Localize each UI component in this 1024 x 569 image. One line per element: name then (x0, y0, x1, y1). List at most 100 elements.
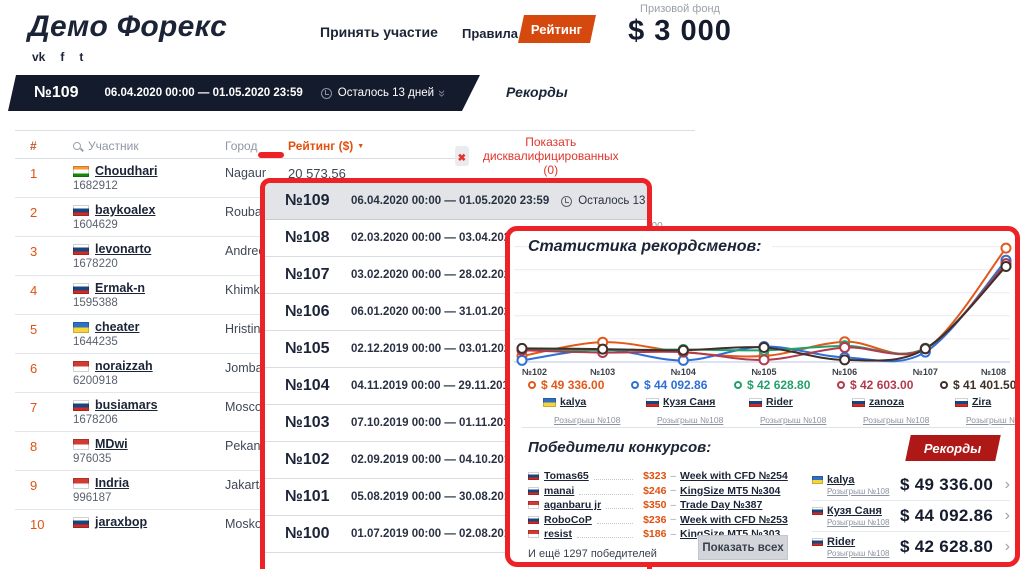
participant-link[interactable]: Ermak-n (95, 281, 145, 295)
series-marker-icon (940, 381, 948, 389)
participant-link[interactable]: baykoalex (95, 203, 155, 217)
twitter-icon[interactable]: t (79, 50, 83, 64)
contest-draw-link[interactable]: Розыгрыш №108 (657, 415, 723, 425)
chevron-right-icon[interactable] (1005, 507, 1010, 525)
contest-draw-link[interactable]: Розыгрыш №108 (827, 487, 900, 496)
nav-rules-link[interactable]: Правила (462, 26, 518, 41)
winner-link[interactable]: manai (544, 485, 574, 497)
prize-fund-amount: $ 3 000 (616, 15, 744, 48)
record-holder-link[interactable]: kalya (827, 474, 855, 486)
contest-link[interactable]: KingSize MT5 №304 (680, 485, 798, 497)
contest-link[interactable]: Week with CFD №254 (680, 470, 798, 482)
contest-number: №109 (34, 84, 79, 102)
prize-fund-label: Призовой фонд (616, 3, 744, 15)
contest-number: №106 (285, 303, 351, 321)
rating-button-label: Рейтинг (531, 22, 582, 37)
record-row[interactable]: Кузя Саня Розыгрыш №108 $ 44 092.86 (812, 500, 1010, 531)
country-flag (73, 478, 89, 489)
participant-id: 1678206 (73, 414, 158, 426)
column-header-rating-sort[interactable]: Рейтинг ($) (288, 139, 364, 153)
participant-link[interactable]: Choudhari (95, 164, 158, 178)
dotted-leader (597, 516, 634, 524)
country-flag (528, 472, 539, 480)
svg-text:№107: №107 (913, 367, 938, 377)
record-amount: $ 42 628.80 (747, 378, 810, 392)
participant-link[interactable]: jaraxbop (95, 515, 147, 529)
contest-number: №105 (285, 340, 351, 358)
contest-row[interactable]: №109 06.04.2020 00:00 — 01.05.2020 23:59… (265, 183, 647, 220)
vk-icon[interactable]: vk (32, 50, 45, 64)
svg-text:№102: №102 (522, 367, 547, 377)
winner-link[interactable]: aganbaru jr (544, 499, 601, 511)
record-holder-link[interactable]: Кузя Саня (663, 396, 715, 408)
winner-row: RoboCoP $236 – Week with CFD №253 (528, 513, 798, 528)
winner-row: manai $246 – KingSize MT5 №304 (528, 484, 798, 499)
chevron-right-icon[interactable] (1005, 538, 1010, 556)
country-flag (852, 398, 865, 407)
rating-button[interactable]: Рейтинг (518, 15, 596, 43)
prize-amount: $236 (638, 514, 666, 526)
participant-link[interactable]: busiamars (95, 398, 158, 412)
dotted-leader (606, 501, 633, 509)
winner-link[interactable]: resist (544, 528, 572, 540)
svg-text:№108: №108 (981, 367, 1006, 377)
participant-link[interactable]: noraizzah (95, 359, 153, 373)
current-contest-bar[interactable]: №109 06.04.2020 00:00 — 01.05.2020 23:59… (8, 75, 480, 111)
svg-text:№104: №104 (671, 367, 696, 377)
country-flag (73, 283, 89, 294)
country-flag (646, 398, 659, 407)
participant-link[interactable]: levonarto (95, 242, 151, 256)
record-holder-link[interactable]: kalya (560, 396, 586, 408)
record-amount: $ 49 336.00 (541, 378, 604, 392)
contest-draw-link[interactable]: Розыгрыш №108 (827, 518, 900, 527)
legend-item: $ 42 603.00 zanoza Розыгрыш №108 (837, 378, 940, 428)
participant-id: 6200918 (73, 375, 153, 387)
record-holder-link[interactable]: Кузя Саня (827, 505, 882, 517)
winner-row: aganbaru jr $350 – Trade Day №387 (528, 498, 798, 513)
contest-number: №109 (285, 192, 351, 210)
dotted-leader (594, 472, 634, 480)
record-holder-link[interactable]: Rider (827, 536, 855, 548)
participant-link[interactable]: MDwi (95, 437, 128, 451)
show-disqualified-toggle[interactable]: Показать дисквалифицированных (0) (455, 135, 622, 177)
participant-search[interactable]: Участник (73, 139, 139, 153)
contest-draw-link[interactable]: Розыгрыш №108 (966, 415, 1020, 425)
participant-link[interactable]: cheater (95, 320, 139, 334)
records-button[interactable]: Рекорды (905, 435, 1001, 461)
chevron-right-icon[interactable] (1005, 476, 1010, 494)
contest-draw-link[interactable]: Розыгрыш №108 (827, 549, 900, 558)
country-flag (73, 205, 89, 216)
rank-number: 2 (30, 205, 37, 220)
chevron-down-icon[interactable] (435, 89, 450, 96)
record-holder-link[interactable]: Rider (766, 396, 793, 408)
country-flag (528, 487, 539, 495)
facebook-icon[interactable]: f (60, 50, 64, 64)
records-chart: №102№103№104№105№106№107№108 (512, 235, 1012, 381)
winners-more-label: И ещё 1297 победителей (528, 548, 657, 560)
show-all-button[interactable]: Показать всех (698, 535, 788, 560)
winner-link[interactable]: Tomas65 (544, 470, 589, 482)
record-holder-link[interactable]: Zira (972, 396, 991, 408)
country-flag (812, 538, 823, 546)
contest-number: №100 (285, 525, 351, 543)
record-row[interactable]: Rider Розыгрыш №108 $ 42 628.80 (812, 531, 1010, 562)
tab-records[interactable]: Рекорды (506, 84, 568, 100)
nav-join-link[interactable]: Принять участие (320, 24, 438, 40)
stats-title: Статистика рекордсменов: (528, 238, 772, 256)
contest-number: №103 (285, 414, 351, 432)
contest-dates: 06.04.2020 00:00 — 01.05.2020 23:59 (351, 195, 549, 207)
participant-id: 1678220 (73, 258, 151, 270)
record-row[interactable]: kalya Розыгрыш №108 $ 49 336.00 (812, 469, 1010, 500)
contest-link[interactable]: Trade Day №387 (680, 499, 798, 511)
country-flag (812, 507, 823, 515)
record-holder-link[interactable]: zanoza (869, 396, 904, 408)
contest-draw-link[interactable]: Розыгрыш №108 (760, 415, 826, 425)
winner-link[interactable]: RoboCoP (544, 514, 592, 526)
country-flag (528, 516, 539, 524)
contest-draw-link[interactable]: Розыгрыш №108 (863, 415, 929, 425)
participant-link[interactable]: Indria (95, 476, 129, 490)
contest-link[interactable]: Week with CFD №253 (680, 514, 798, 526)
country-flag (73, 244, 89, 255)
rank-number: 6 (30, 361, 37, 376)
contest-draw-link[interactable]: Розыгрыш №108 (554, 415, 620, 425)
